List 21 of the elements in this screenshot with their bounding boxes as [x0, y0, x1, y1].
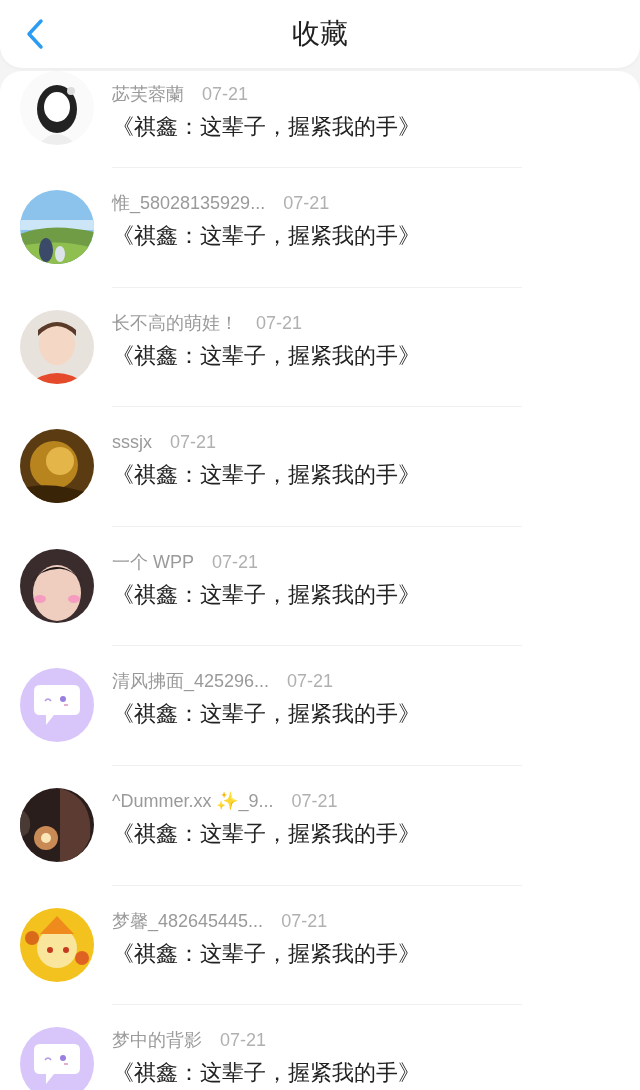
- date: 07-21: [202, 83, 249, 106]
- date: 07-21: [256, 311, 303, 335]
- page-title: 收藏: [292, 20, 348, 48]
- work-title[interactable]: 《祺鑫：这辈子，握紧我的手》: [112, 577, 522, 611]
- work-title[interactable]: 《祺鑫：这辈子，握紧我的手》: [112, 697, 522, 731]
- date: 07-21: [287, 670, 334, 694]
- date: 07-21: [170, 431, 217, 455]
- date: 07-21: [291, 789, 338, 813]
- date: 07-21: [283, 192, 330, 215]
- work-title[interactable]: 《祺鑫：这辈子，握紧我的手》: [112, 458, 522, 492]
- date: 07-21: [281, 909, 328, 933]
- date: 07-21: [212, 550, 259, 574]
- work-title[interactable]: 《祺鑫：这辈子，握紧我的手》: [112, 936, 522, 970]
- work-title[interactable]: 《祺鑫：这辈子，握紧我的手》: [112, 816, 522, 850]
- default-avatar[interactable]: [20, 1027, 94, 1090]
- date: 07-21: [220, 1029, 267, 1053]
- work-title[interactable]: 《祺鑫：这辈子，握紧我的手》: [112, 110, 522, 143]
- work-title[interactable]: 《祺鑫：这辈子，握紧我的手》: [112, 338, 522, 372]
- work-title[interactable]: 《祺鑫：这辈子，握紧我的手》: [112, 1056, 522, 1090]
- back-button[interactable]: [24, 18, 46, 50]
- work-title[interactable]: 《祺鑫：这辈子，握紧我的手》: [112, 219, 522, 252]
